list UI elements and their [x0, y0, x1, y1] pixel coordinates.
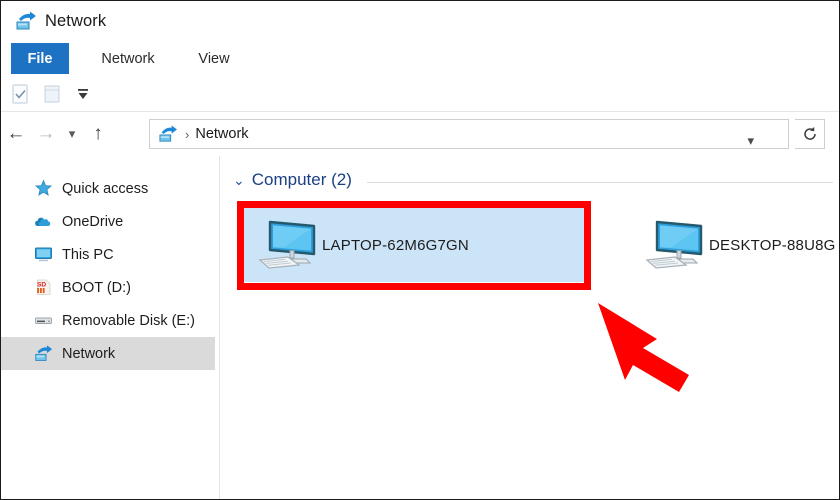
sidebar-item-label: Network — [62, 345, 116, 362]
breadcrumb-network[interactable]: Network — [195, 126, 248, 142]
sd-card-icon: SD — [34, 278, 53, 297]
tab-file[interactable]: File — [11, 43, 69, 74]
window-title: Network — [45, 11, 107, 30]
quick-access-toolbar — [1, 76, 839, 112]
svg-text:SD: SD — [37, 282, 46, 289]
file-explorer-window: Network File Network View ← → ▾ ↑ › Netw… — [0, 0, 840, 500]
forward-arrow-icon[interactable]: → — [31, 120, 61, 148]
sidebar-item-removable-disk-e[interactable]: Removable Disk (E:) — [1, 304, 219, 337]
address-dropdown-chevron-down-icon[interactable]: ▾ — [747, 133, 754, 149]
navigation-pane: Quick access OneDrive This PC SD BOOT (D… — [1, 156, 220, 499]
up-arrow-icon[interactable]: ↑ — [83, 120, 113, 148]
group-header-computer[interactable]: ⌄ Computer (2) — [233, 170, 833, 190]
sidebar-item-this-pc[interactable]: This PC — [1, 238, 219, 271]
ribbon-tab-bar: File Network View — [1, 41, 839, 76]
sidebar-item-boot-d[interactable]: SD BOOT (D:) — [1, 271, 219, 304]
sidebar-item-label: Quick access — [62, 180, 149, 197]
sidebar-item-quick-access[interactable]: Quick access — [1, 172, 219, 205]
network-icon — [34, 344, 53, 363]
title-bar: Network — [1, 1, 839, 41]
removable-disk-icon — [34, 311, 53, 330]
sidebar-item-network[interactable]: Network — [1, 337, 215, 370]
star-icon — [34, 179, 53, 198]
list-item-label: DESKTOP-88U8G — [709, 236, 836, 254]
tab-view[interactable]: View — [183, 43, 245, 74]
back-arrow-icon[interactable]: ← — [1, 120, 31, 148]
chevron-down-icon[interactable]: ⌄ — [233, 172, 245, 189]
customize-quick-access-chevron-down-icon[interactable] — [75, 85, 91, 103]
tab-network[interactable]: Network — [89, 43, 167, 74]
computer-icon — [641, 216, 709, 274]
sidebar-item-label: Removable Disk (E:) — [62, 312, 195, 329]
group-header-label: Computer (2) — [251, 170, 352, 189]
new-folder-icon[interactable] — [41, 82, 63, 106]
properties-icon[interactable] — [9, 82, 31, 106]
sidebar-item-onedrive[interactable]: OneDrive — [1, 205, 219, 238]
network-icon — [15, 11, 37, 31]
address-path-field[interactable]: › Network ▾ — [149, 119, 789, 149]
sidebar-item-label: OneDrive — [62, 213, 124, 230]
highlight-rectangle-annotation — [237, 201, 591, 290]
group-header-divider — [366, 181, 833, 183]
address-network-icon — [157, 125, 179, 143]
arrow-annotation — [571, 291, 771, 456]
cloud-icon — [34, 212, 53, 231]
breadcrumb-separator: › — [185, 126, 190, 142]
recent-locations-chevron-down-icon[interactable]: ▾ — [61, 120, 83, 148]
sidebar-item-label: BOOT (D:) — [62, 279, 132, 296]
refresh-icon[interactable] — [795, 119, 825, 149]
address-bar: ← → ▾ ↑ › Network ▾ — [1, 113, 839, 155]
sidebar-item-label: This PC — [62, 246, 114, 263]
list-item-desktop[interactable]: DESKTOP-88U8G — [641, 208, 839, 282]
monitor-icon — [34, 245, 53, 264]
